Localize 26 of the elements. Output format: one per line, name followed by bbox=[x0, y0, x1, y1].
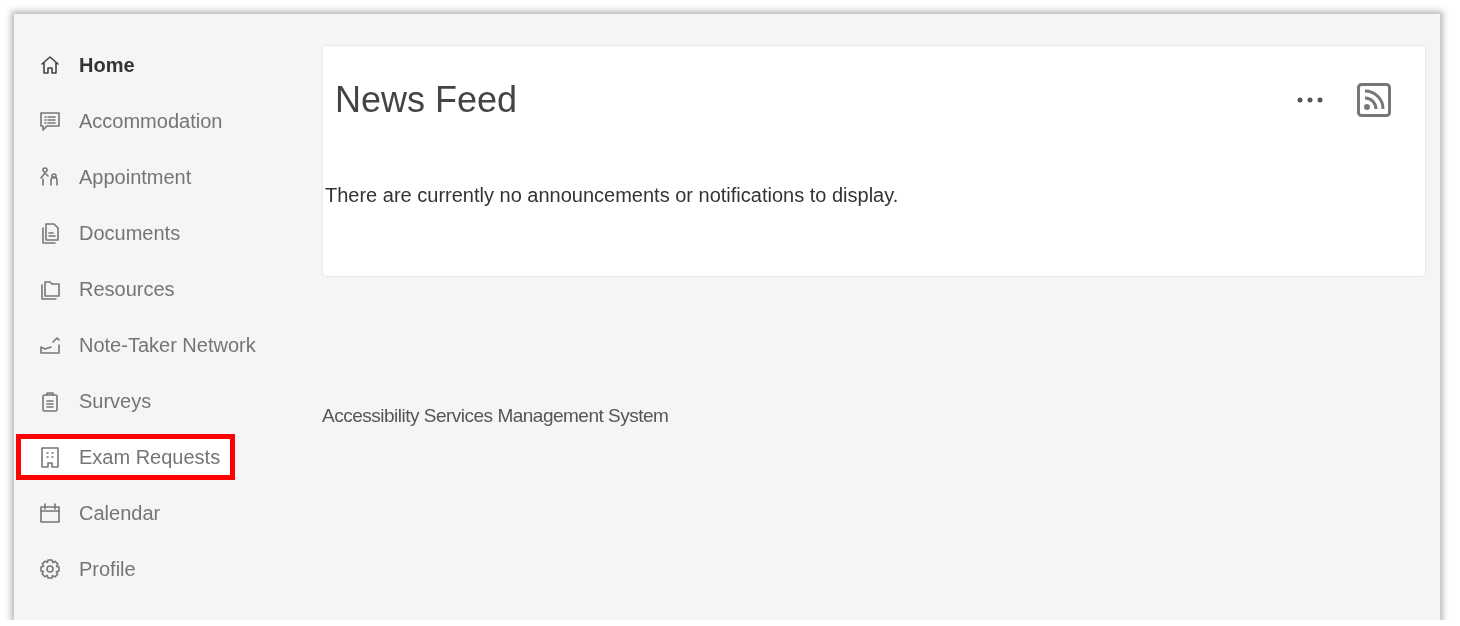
people-icon bbox=[39, 166, 61, 188]
speech-bubble-icon bbox=[39, 110, 61, 132]
clipboard-icon bbox=[39, 390, 61, 412]
news-feed-title: News Feed bbox=[335, 79, 518, 121]
sidebar-item[interactable]: Surveys bbox=[16, 378, 167, 424]
calendar-icon bbox=[39, 502, 61, 524]
more-icon bbox=[1297, 97, 1323, 103]
sidebar-item[interactable]: Home bbox=[16, 42, 150, 88]
sidebar-item[interactable]: Note-Taker Network bbox=[16, 322, 271, 368]
sidebar-item[interactable]: Appointment bbox=[16, 154, 207, 200]
sidebar-item[interactable]: Documents bbox=[16, 210, 196, 256]
sidebar-item[interactable]: Resources bbox=[16, 266, 190, 312]
building-icon bbox=[39, 446, 61, 468]
footer-text: Accessibility Services Management System bbox=[322, 405, 669, 427]
house-icon bbox=[39, 54, 61, 76]
sidebar-item[interactable]: Accommodation bbox=[16, 98, 238, 144]
documents-icon bbox=[39, 222, 61, 244]
more-options-button[interactable] bbox=[1297, 97, 1323, 103]
sidebar-item[interactable]: Calendar bbox=[16, 490, 176, 536]
settings-icon bbox=[39, 558, 61, 580]
folders-icon bbox=[39, 278, 61, 300]
empty-feed-message: There are currently no announcements or notifications to display. bbox=[325, 184, 899, 207]
sidebar-item[interactable]: Exam Requests bbox=[16, 434, 236, 480]
rss-icon bbox=[1357, 83, 1391, 117]
rss-feed-button[interactable] bbox=[1357, 83, 1391, 117]
sidebar-item[interactable]: Profile bbox=[16, 546, 151, 592]
